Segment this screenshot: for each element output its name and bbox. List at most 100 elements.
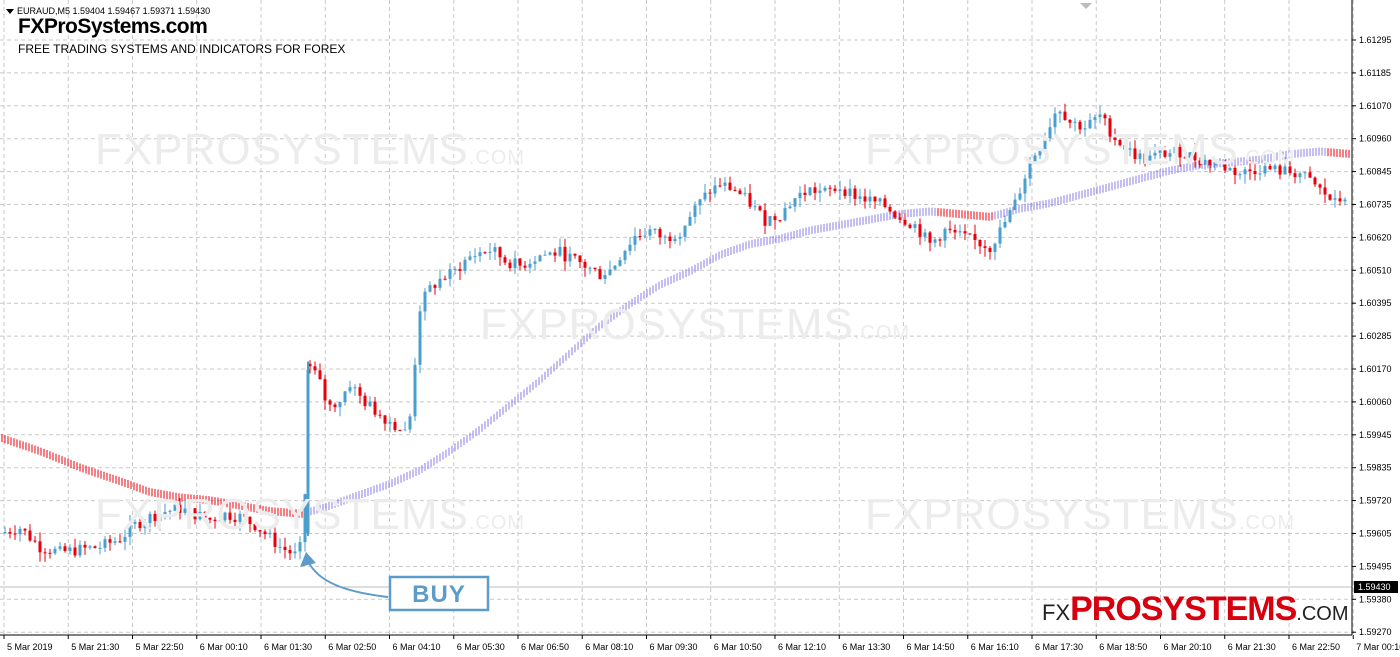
time-label: 5 Mar 2019 [7, 642, 53, 652]
candle-body [668, 236, 672, 242]
candle-body [293, 551, 297, 554]
candle-body [448, 269, 452, 279]
candle-body [583, 262, 587, 268]
candle-body [313, 366, 317, 371]
candle-body [553, 252, 557, 256]
candle-body [378, 414, 382, 416]
site-tagline: FREE TRADING SYSTEMS AND INDICATORS FOR … [18, 42, 346, 56]
candle-body [338, 401, 342, 408]
candle-body [663, 236, 667, 238]
candle-body [983, 246, 987, 248]
time-label: 6 Mar 04:10 [393, 642, 441, 652]
price-label: 1.59380 [1359, 594, 1392, 604]
candle-body [348, 387, 352, 392]
time-label: 6 Mar 16:10 [971, 642, 1019, 652]
time-label: 6 Mar 02:50 [328, 642, 376, 652]
time-label: 6 Mar 08:10 [585, 642, 633, 652]
candle-body [423, 291, 427, 312]
candle-body [428, 285, 432, 292]
candle-body [763, 210, 767, 226]
candle-body [713, 185, 717, 194]
candle-body [388, 422, 392, 424]
candle-body [913, 224, 917, 228]
time-label: 5 Mar 21:30 [71, 642, 119, 652]
candle-body [538, 255, 542, 262]
candle-body [403, 429, 407, 431]
candle-body [478, 252, 482, 257]
candle-body [733, 189, 737, 191]
candle-body [518, 258, 522, 266]
candle-body [588, 267, 592, 269]
candle-body [623, 250, 627, 261]
price-label: 1.59835 [1359, 463, 1392, 473]
chart-shift-marker-icon [1080, 3, 1092, 9]
candle-body [698, 199, 702, 206]
candle-body [888, 206, 892, 212]
candle-body [358, 387, 362, 396]
candle-body [638, 235, 642, 237]
candle-body [463, 259, 467, 271]
candle-body [363, 395, 367, 407]
candle-body [48, 552, 52, 554]
candle-body [568, 253, 572, 262]
candle-body [813, 187, 817, 193]
candle-body [828, 187, 832, 189]
candle-body [398, 429, 402, 431]
candle-body [23, 528, 27, 531]
candle-body [1008, 210, 1012, 222]
candle-body [858, 196, 862, 199]
candle-body [93, 546, 97, 549]
price-label: 1.60620 [1359, 232, 1392, 242]
time-label: 6 Mar 12:10 [778, 642, 826, 652]
candle-body [438, 278, 442, 288]
price-label: 1.60285 [1359, 331, 1392, 341]
candle-body [1328, 194, 1332, 200]
candle-body [1103, 114, 1107, 119]
candle-body [1018, 193, 1022, 200]
candle-body [613, 265, 617, 270]
candle-body [493, 247, 497, 252]
symbol-dropdown-icon[interactable] [6, 9, 14, 15]
candle-body [373, 401, 377, 415]
time-label: 6 Mar 10:50 [714, 642, 762, 652]
candle-body [758, 206, 762, 211]
candle-body [878, 198, 882, 202]
candle-body [88, 546, 92, 548]
price-label: 1.60060 [1359, 397, 1392, 407]
time-label: 6 Mar 18:50 [1099, 642, 1147, 652]
candle-body [573, 253, 577, 256]
candle-body [548, 252, 552, 255]
candle-body [843, 189, 847, 196]
candle-body [1013, 199, 1017, 211]
candle-body [513, 258, 517, 269]
candle-body [318, 370, 322, 380]
candle-body [383, 415, 387, 424]
site-name: FXProSystems.com [18, 15, 208, 38]
watermark: FXPROSYSTEMS.COM [865, 490, 1296, 539]
candle-body [918, 224, 922, 237]
watermark: FXPROSYSTEMS.COM [865, 125, 1296, 174]
candle-body [558, 246, 562, 256]
candle-body [608, 269, 612, 276]
candle-body [963, 231, 967, 234]
candle-body [418, 311, 422, 365]
candle-body [503, 257, 507, 263]
candle-body [523, 265, 527, 268]
candle-body [773, 216, 777, 221]
candle-body [838, 189, 842, 191]
candle-body [678, 236, 682, 239]
candle-body [1323, 187, 1327, 195]
candle-body [968, 233, 972, 235]
time-label: 6 Mar 21:30 [1228, 642, 1276, 652]
candle-body [908, 224, 912, 228]
candle-body [1313, 177, 1317, 185]
candle-body [873, 196, 877, 202]
buy-annotation: BUY [300, 552, 490, 612]
candle-body [933, 239, 937, 243]
candle-body [598, 269, 602, 279]
price-label: 1.60845 [1359, 167, 1392, 177]
price-label: 1.60735 [1359, 200, 1392, 210]
candle-body [818, 190, 822, 193]
candle-body [953, 229, 957, 233]
time-label: 6 Mar 14:50 [907, 642, 955, 652]
